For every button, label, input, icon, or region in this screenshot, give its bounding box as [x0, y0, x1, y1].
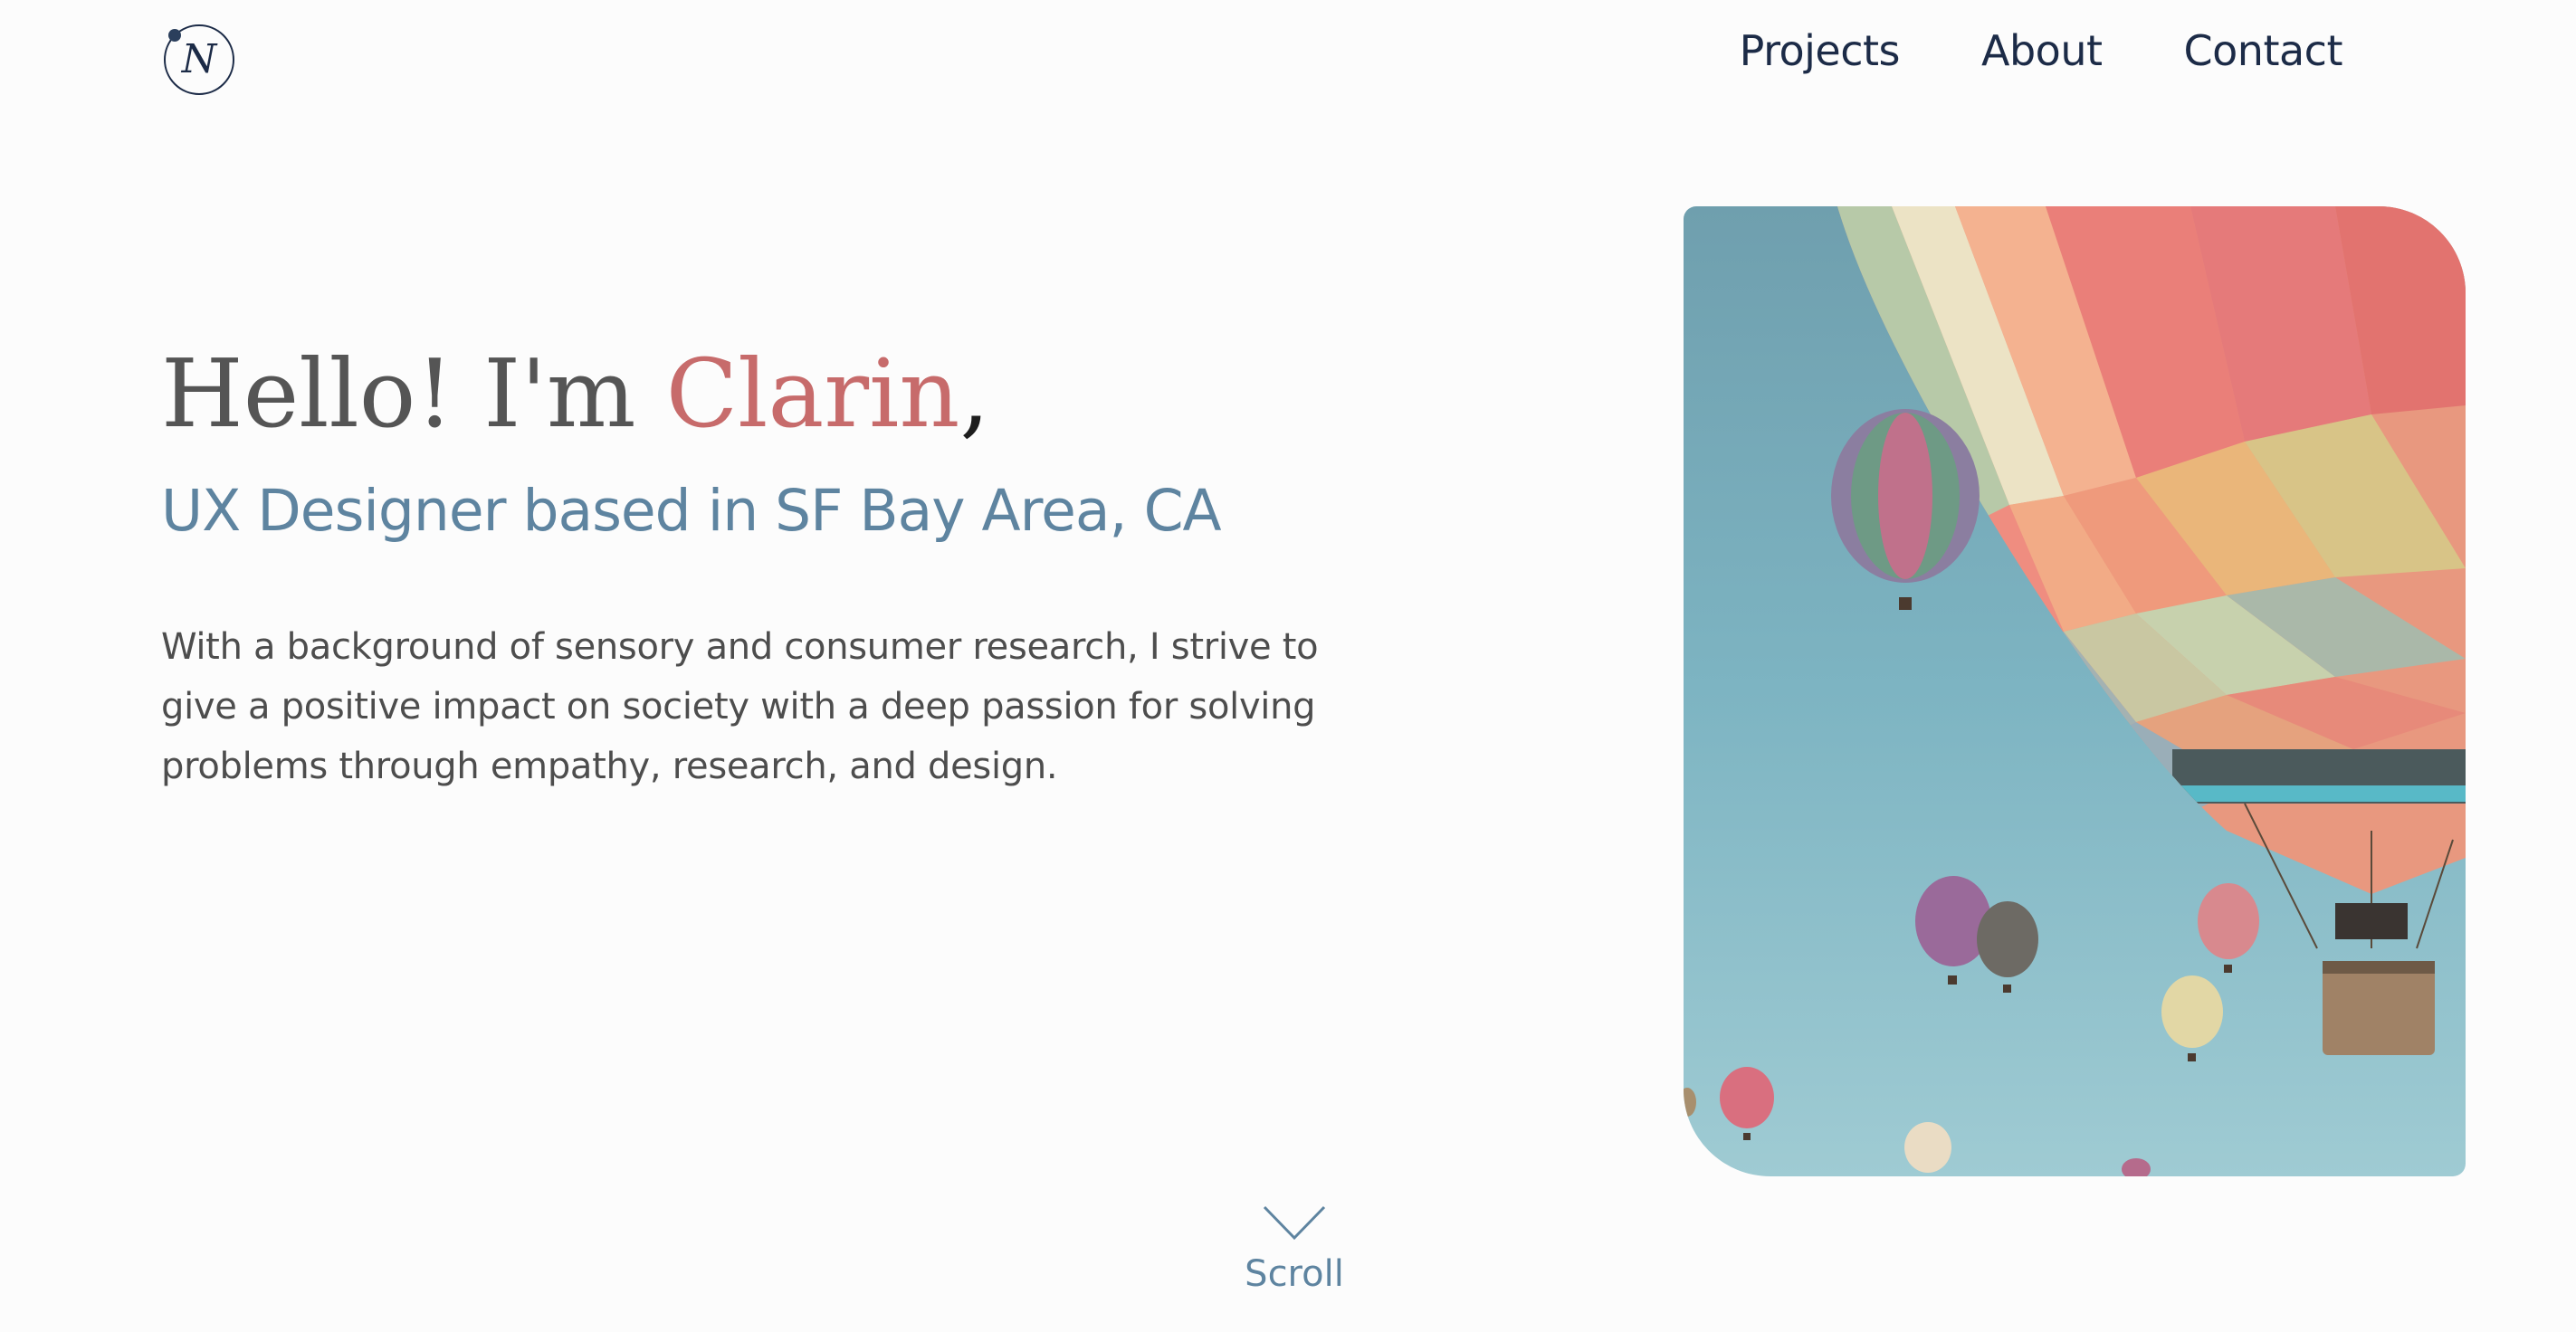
top-nav: Projects About Contact [1740, 18, 2343, 83]
hero-greeting: Hello! I'm Clarin, [161, 335, 989, 452]
scroll-label: Scroll [1245, 1253, 1344, 1295]
nav-projects[interactable]: Projects [1740, 18, 1901, 83]
greeting-prefix: Hello! I'm [161, 338, 666, 449]
nav-about[interactable]: About [1981, 18, 2103, 83]
logo-icon: N [164, 24, 234, 95]
hot-air-balloons-photo [1684, 206, 2466, 1176]
hero-name: Clarin [665, 338, 960, 449]
hero-bio: With a background of sensory and consume… [161, 626, 1319, 787]
hero-subtitle: UX Designer based in SF Bay Area, CA [161, 478, 1222, 544]
hero-image [1684, 206, 2466, 1176]
greeting-suffix: , [959, 338, 990, 449]
scroll-cue[interactable]: Scroll [1204, 1204, 1385, 1298]
logo-letter: N [181, 36, 218, 82]
nav-contact[interactable]: Contact [2184, 18, 2343, 83]
logo[interactable]: N [161, 22, 237, 98]
chevron-down-icon [1263, 1205, 1326, 1241]
